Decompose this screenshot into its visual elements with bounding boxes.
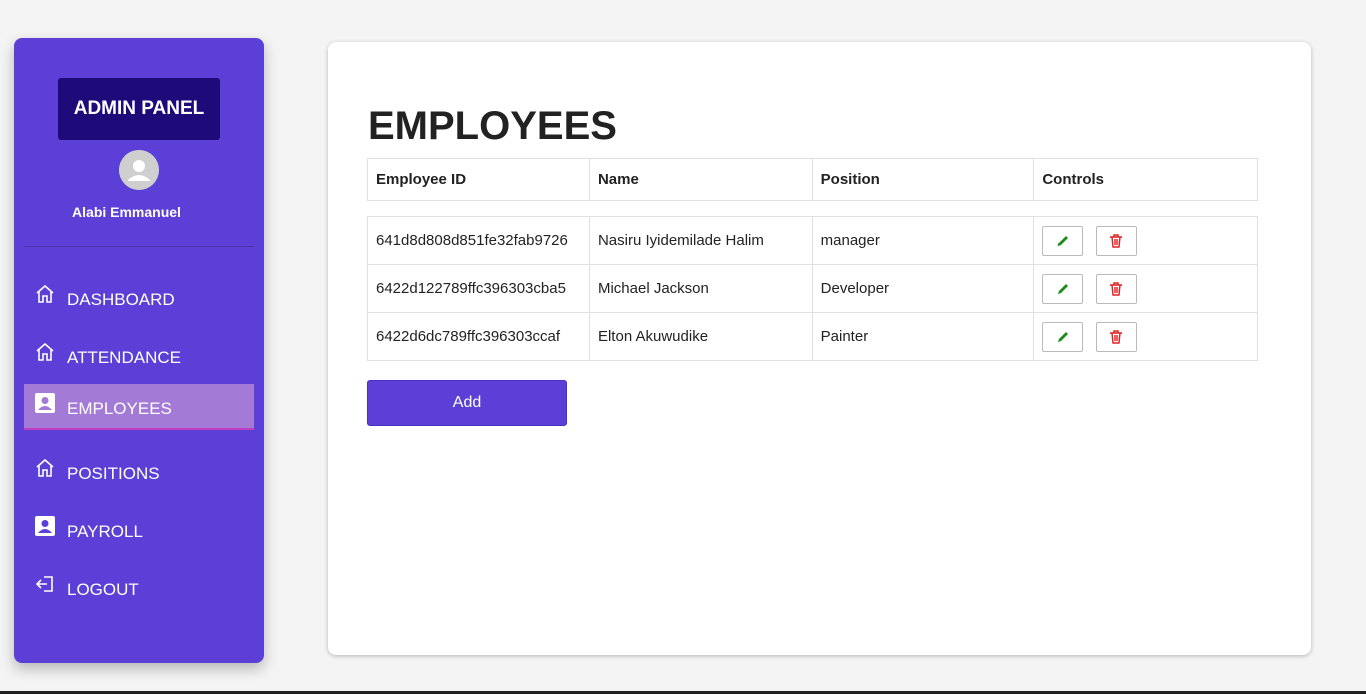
trash-icon xyxy=(1110,329,1122,344)
user-name: Alabi Emmanuel xyxy=(72,204,181,220)
employee-position-cell: manager xyxy=(811,216,1035,265)
sidebar-item-label: PAYROLL xyxy=(67,522,143,541)
sidebar-divider xyxy=(24,246,254,247)
employee-name-cell: Michael Jackson xyxy=(588,264,813,313)
table-row: 641d8d808d851fe32fab9726 Nasiru Iyidemil… xyxy=(367,216,1258,265)
page-title: EMPLOYEES xyxy=(368,104,617,148)
controls-cell xyxy=(1033,216,1258,265)
brand-title: ADMIN PANEL xyxy=(58,78,220,140)
person-badge-icon xyxy=(34,515,56,537)
sidebar-item-label: ATTENDANCE xyxy=(67,348,181,367)
logout-icon xyxy=(34,573,56,595)
employee-name-cell: Nasiru Iyidemilade Halim xyxy=(588,216,813,265)
sidebar: ADMIN PANEL Alabi Emmanuel DASHBOARD ATT… xyxy=(14,38,264,663)
pencil-icon xyxy=(1057,331,1068,342)
table-header-row: Employee ID Name Position Controls xyxy=(367,158,1258,201)
user-icon xyxy=(119,150,159,190)
sidebar-item-employees[interactable]: EMPLOYEES xyxy=(24,384,254,430)
table-row: 6422d6dc789ffc396303ccaf Elton Akuwudike… xyxy=(367,312,1258,361)
trash-icon xyxy=(1110,233,1122,248)
employees-card: EMPLOYEES Employee ID Name Position Cont… xyxy=(328,42,1311,655)
home-icon xyxy=(34,283,56,305)
employees-table: Employee ID Name Position Controls 641d8… xyxy=(367,158,1258,361)
employee-position-cell: Developer xyxy=(811,264,1035,313)
sidebar-item-logout[interactable]: LOGOUT xyxy=(24,564,254,610)
edit-button[interactable] xyxy=(1042,321,1084,352)
person-badge-icon xyxy=(34,392,56,414)
pencil-icon xyxy=(1057,283,1068,294)
employee-position-cell: Painter xyxy=(811,312,1035,361)
edit-button[interactable] xyxy=(1042,225,1084,256)
controls-cell xyxy=(1033,264,1258,313)
sidebar-item-label: DASHBOARD xyxy=(67,290,175,309)
sidebar-item-payroll[interactable]: PAYROLL xyxy=(24,506,254,552)
add-employee-button[interactable]: Add xyxy=(367,380,567,426)
employee-id-cell: 641d8d808d851fe32fab9726 xyxy=(367,216,590,265)
column-header-name: Name xyxy=(588,158,813,201)
table-row: 6422d122789ffc396303cba5 Michael Jackson… xyxy=(367,264,1258,313)
sidebar-item-dashboard[interactable]: DASHBOARD xyxy=(24,274,254,320)
edit-button[interactable] xyxy=(1042,273,1084,304)
trash-icon xyxy=(1110,281,1122,296)
column-header-controls: Controls xyxy=(1033,158,1258,201)
delete-button[interactable] xyxy=(1095,225,1137,256)
delete-button[interactable] xyxy=(1095,273,1137,304)
sidebar-item-label: POSITIONS xyxy=(67,464,160,483)
pencil-icon xyxy=(1057,235,1068,246)
sidebar-item-attendance[interactable]: ATTENDANCE xyxy=(24,332,254,378)
home-icon xyxy=(34,457,56,479)
avatar xyxy=(119,150,159,190)
employee-id-cell: 6422d6dc789ffc396303ccaf xyxy=(367,312,590,361)
employee-id-cell: 6422d122789ffc396303cba5 xyxy=(367,264,590,313)
delete-button[interactable] xyxy=(1095,321,1137,352)
column-header-position: Position xyxy=(811,158,1035,201)
home-icon xyxy=(34,341,56,363)
controls-cell xyxy=(1033,312,1258,361)
sidebar-item-label: EMPLOYEES xyxy=(67,399,172,418)
sidebar-item-positions[interactable]: POSITIONS xyxy=(24,448,254,494)
column-header-employee-id: Employee ID xyxy=(367,158,590,201)
sidebar-item-label: LOGOUT xyxy=(67,580,139,599)
employee-name-cell: Elton Akuwudike xyxy=(588,312,813,361)
